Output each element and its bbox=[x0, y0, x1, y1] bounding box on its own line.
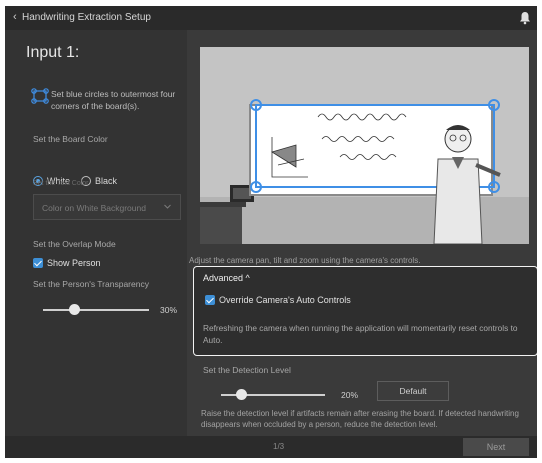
checkbox-checked-icon bbox=[205, 295, 215, 305]
checkbox-checked-icon bbox=[33, 258, 43, 268]
classroom-illustration-image bbox=[200, 47, 529, 244]
black-option-label: Black bbox=[95, 176, 118, 186]
bell-icon[interactable] bbox=[519, 11, 531, 25]
detection-value: 20% bbox=[341, 390, 359, 400]
transparency-label: Set the Person's Transparency bbox=[33, 279, 149, 289]
detection-level-label: Set the Detection Level bbox=[203, 365, 291, 375]
transparency-slider-track[interactable] bbox=[43, 309, 149, 311]
override-auto-controls-label: Override Camera's Auto Controls bbox=[219, 295, 351, 305]
page-indicator: 1/3 bbox=[273, 442, 285, 451]
advanced-section: Advanced ^ Override Camera's Auto Contro… bbox=[193, 266, 537, 356]
default-button[interactable]: Default bbox=[377, 381, 449, 401]
title-bar: ‹ Handwriting Extraction Setup bbox=[5, 6, 537, 30]
back-chevron-icon[interactable]: ‹ bbox=[13, 11, 17, 23]
text-color-select[interactable]: Color on White Background bbox=[33, 194, 181, 220]
text-color-value: Color on White Background bbox=[42, 203, 146, 213]
transparency-slider-thumb[interactable] bbox=[69, 304, 81, 315]
chevron-down-icon bbox=[164, 204, 171, 209]
advanced-toggle[interactable]: Advanced ^ bbox=[203, 273, 250, 283]
camera-hint: Adjust the camera pan, tilt and zoom usi… bbox=[189, 256, 421, 265]
corner-markers-icon bbox=[31, 88, 49, 104]
input-heading: Input 1: bbox=[26, 44, 80, 61]
override-auto-controls-checkbox[interactable]: Override Camera's Auto Controls bbox=[205, 295, 351, 305]
settings-panel: Input 1: Set blue circles to outermost f… bbox=[5, 30, 187, 436]
detection-slider-thumb[interactable] bbox=[236, 389, 248, 400]
footer-bar: 1/3 Next bbox=[5, 436, 537, 458]
overlap-mode-label: Set the Overlap Mode bbox=[33, 239, 116, 249]
show-person-checkbox[interactable]: Show Person bbox=[33, 258, 101, 268]
show-person-label: Show Person bbox=[47, 258, 101, 268]
transparency-value: 30% bbox=[160, 305, 178, 315]
detection-note: Raise the detection level if artifacts r… bbox=[201, 409, 519, 429]
next-button[interactable]: Next bbox=[463, 438, 529, 456]
text-color-label: Set the Text Color bbox=[33, 180, 89, 187]
app-window: ‹ Handwriting Extraction Setup Input 1: … bbox=[5, 6, 537, 458]
refresh-note: Refreshing the camera when running the a… bbox=[203, 323, 518, 345]
board-color-label: Set the Board Color bbox=[33, 134, 108, 144]
corner-instruction: Set blue circles to outermost four corne… bbox=[51, 89, 176, 111]
window-title: Handwriting Extraction Setup bbox=[22, 12, 151, 23]
board-illustration bbox=[200, 47, 529, 244]
